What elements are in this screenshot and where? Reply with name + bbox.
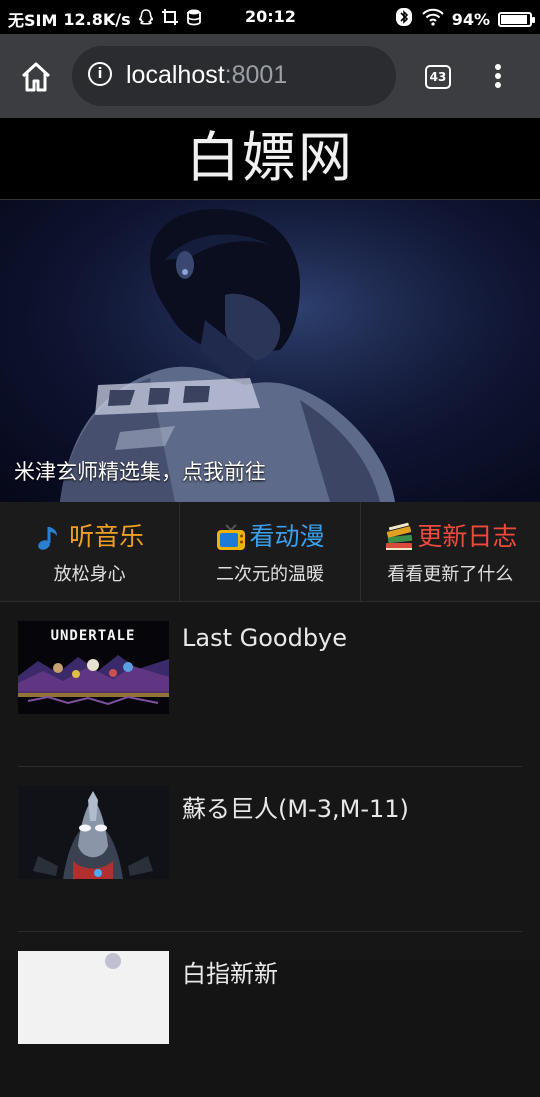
- screenshot-icon: [161, 8, 179, 30]
- more-menu-icon[interactable]: [492, 64, 504, 92]
- category-music[interactable]: 听音乐 放松身心: [0, 502, 181, 601]
- category-anime-title: 看动漫: [249, 522, 325, 551]
- address-bar[interactable]: i localhost:8001: [72, 46, 396, 106]
- banner-caption[interactable]: 米津玄师精选集，点我前往: [14, 456, 266, 486]
- clock: 20:12: [245, 7, 296, 26]
- tab-switcher-icon[interactable]: 43: [425, 65, 451, 89]
- site-title: 白嫖网: [186, 126, 354, 189]
- item-thumbnail[interactable]: [18, 786, 169, 879]
- category-changelog-subtitle: 看看更新了什么: [387, 564, 514, 585]
- status-bar: 无SIM 12.8K/s 20:12 94%: [0, 0, 540, 34]
- item-thumbnail[interactable]: [18, 951, 169, 1044]
- category-anime-subtitle: 二次元的温暖: [215, 564, 324, 585]
- storage-icon: [185, 8, 203, 30]
- song-list: UNDERTALE Last Goodbye 蘇る巨人(M-3,M-11) 白指…: [0, 602, 540, 1044]
- item-title[interactable]: Last Goodbye: [182, 624, 347, 652]
- battery-percent: 94%: [451, 9, 490, 29]
- category-music-subtitle: 放松身心: [53, 564, 126, 585]
- battery-icon: [498, 11, 535, 27]
- info-icon[interactable]: i: [88, 62, 112, 86]
- category-nav: 听音乐 放松身心 看动漫 二次元的温暖 更新日志 看看更新了什么: [0, 502, 540, 602]
- url-port: :8001: [224, 61, 288, 89]
- wifi-icon: [421, 8, 444, 30]
- item-thumbnail[interactable]: UNDERTALE: [18, 621, 169, 714]
- site-header: 白嫖网: [0, 118, 540, 200]
- books-icon: [386, 522, 413, 550]
- battery-fill: [501, 14, 528, 24]
- browser-toolbar: i localhost:8001 43: [0, 34, 540, 118]
- qq-icon: [137, 8, 155, 30]
- home-icon[interactable]: [18, 60, 54, 94]
- carrier-label: 无SIM: [8, 11, 58, 30]
- network-speed: 12.8K/s: [63, 9, 131, 29]
- item-title[interactable]: 蘇る巨人(M-3,M-11): [182, 789, 409, 824]
- thumb-logo-text: UNDERTALE: [51, 628, 136, 644]
- url-text[interactable]: localhost:8001: [126, 61, 287, 90]
- list-item[interactable]: 白指新新: [18, 932, 522, 1097]
- category-music-title: 听音乐: [69, 522, 145, 551]
- tv-icon: [217, 524, 246, 550]
- category-changelog[interactable]: 更新日志 看看更新了什么: [361, 502, 540, 601]
- music-note-icon: [38, 527, 58, 550]
- url-host: localhost: [126, 61, 225, 89]
- hero-banner[interactable]: 米津玄师精选集，点我前往: [0, 200, 540, 502]
- item-title[interactable]: 白指新新: [182, 954, 278, 989]
- category-changelog-title: 更新日志: [417, 522, 518, 551]
- list-item[interactable]: UNDERTALE Last Goodbye: [18, 602, 522, 767]
- tab-count: 43: [429, 70, 447, 84]
- list-item[interactable]: 蘇る巨人(M-3,M-11): [18, 767, 522, 932]
- category-anime[interactable]: 看动漫 二次元的温暖: [180, 502, 361, 601]
- bluetooth-icon: [394, 7, 414, 31]
